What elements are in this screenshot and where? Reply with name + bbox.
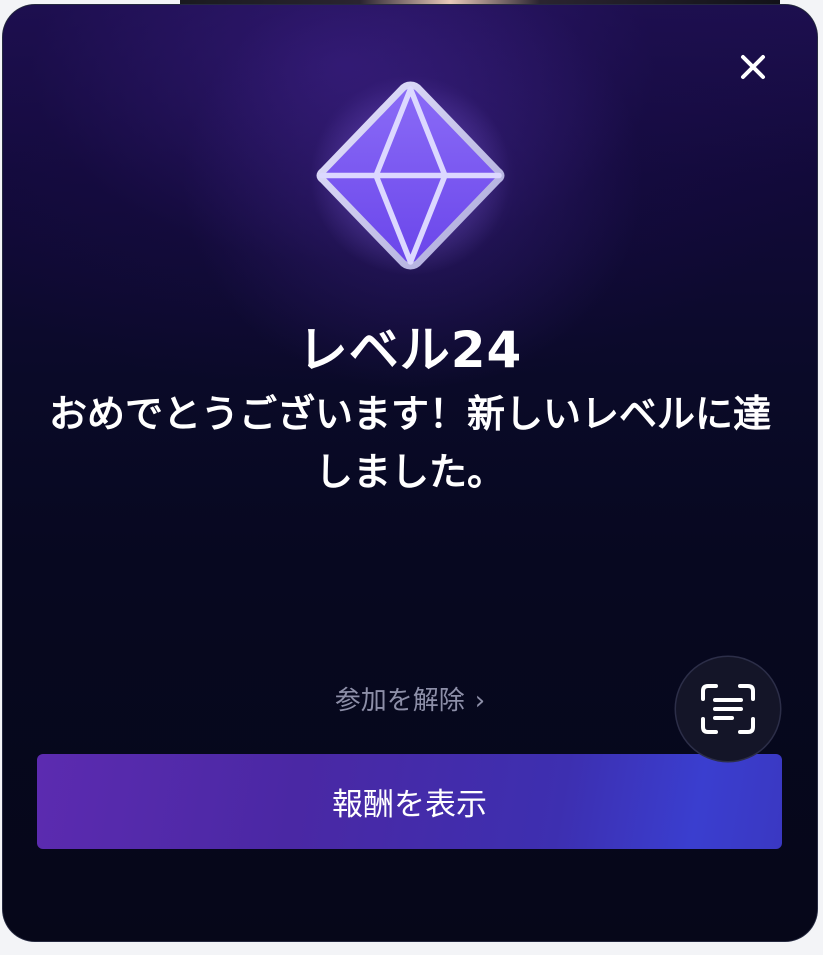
- level-title: レベル24: [297, 321, 523, 379]
- text-scan-button[interactable]: [676, 657, 780, 761]
- close-button[interactable]: [729, 43, 777, 91]
- view-reward-button[interactable]: 報酬を表示: [37, 754, 782, 849]
- view-reward-label: 報酬を表示: [332, 787, 487, 823]
- chevron-right-icon: ›: [474, 686, 486, 716]
- diamond-gem-icon: [310, 75, 511, 276]
- congratulations-message: おめでとうございます！新しいレベルに達しました。: [48, 392, 771, 494]
- level-up-modal: レベル24 おめでとうございます！新しいレベルに達しました。 参加を解除 › 報酬…: [3, 5, 817, 941]
- close-icon: [741, 55, 765, 79]
- unsubscribe-label: 参加を解除: [334, 686, 465, 716]
- text-scan-icon: [701, 684, 755, 734]
